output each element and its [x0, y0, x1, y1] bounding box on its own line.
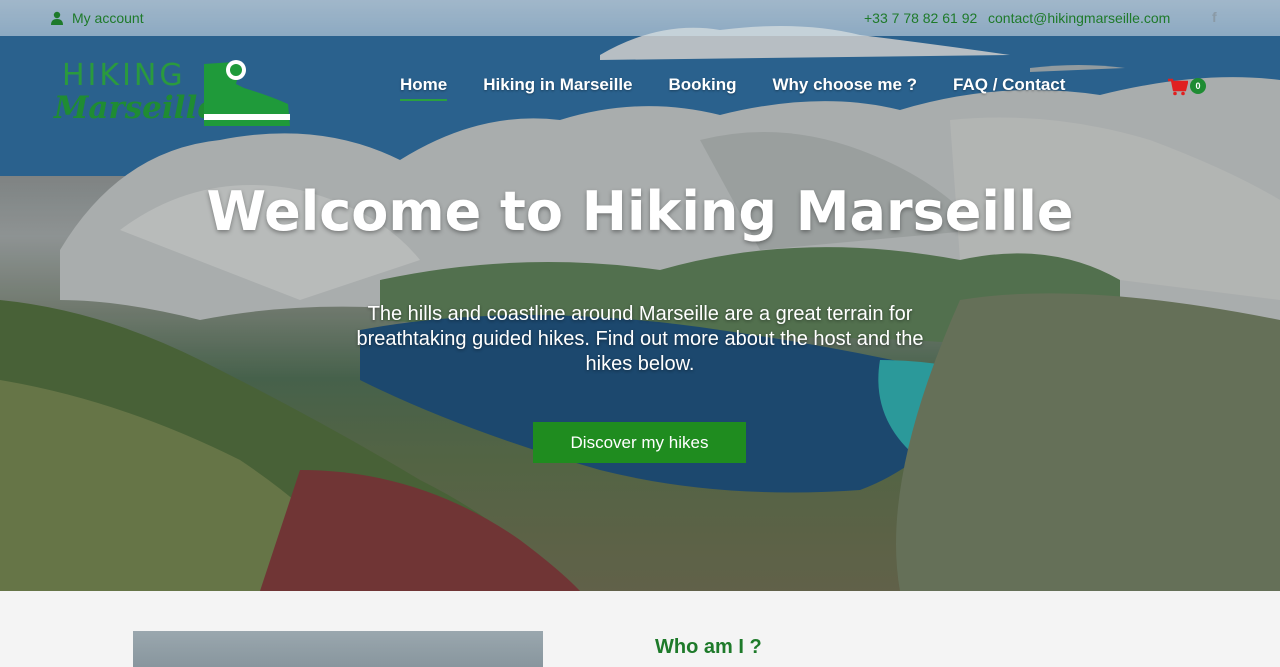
hiking-boot-icon [204, 60, 290, 126]
who-am-i-heading: Who am I ? [655, 636, 762, 658]
host-photo [133, 631, 543, 667]
nav-why-choose-me[interactable]: Why choose me ? [773, 75, 918, 95]
cart-count-badge: 0 [1190, 78, 1206, 94]
facebook-icon[interactable]: f [1212, 9, 1217, 25]
logo-hiking-text: HIKING [62, 58, 186, 93]
my-account-label: My account [72, 10, 144, 26]
cart-icon [1168, 78, 1189, 96]
logo-marseille-text: Marseille [54, 90, 217, 126]
cart-button[interactable]: 0 [1168, 78, 1208, 98]
user-icon [51, 11, 63, 25]
top-bar: My account +33 7 78 82 61 92 contact@hik… [0, 0, 1280, 36]
nav-faq-contact[interactable]: FAQ / Contact [953, 75, 1065, 95]
phone-link[interactable]: +33 7 78 82 61 92 [864, 10, 977, 26]
site-logo[interactable]: HIKING Marseille [54, 48, 294, 130]
nav-home[interactable]: Home [400, 75, 448, 101]
email-link[interactable]: contact@hikingmarseille.com [988, 10, 1170, 26]
nav-hiking-in-marseille[interactable]: Hiking in Marseille [483, 75, 632, 95]
discover-hikes-button[interactable]: Discover my hikes [533, 422, 746, 463]
hero-title: Welcome to Hiking Marseille [206, 180, 1074, 243]
my-account-link[interactable]: My account [50, 10, 144, 26]
nav-booking[interactable]: Booking [669, 75, 737, 95]
hero-subtitle: The hills and coastline around Marseille… [356, 303, 924, 375]
main-nav: Home Hiking in Marseille Booking Why cho… [400, 75, 1065, 101]
